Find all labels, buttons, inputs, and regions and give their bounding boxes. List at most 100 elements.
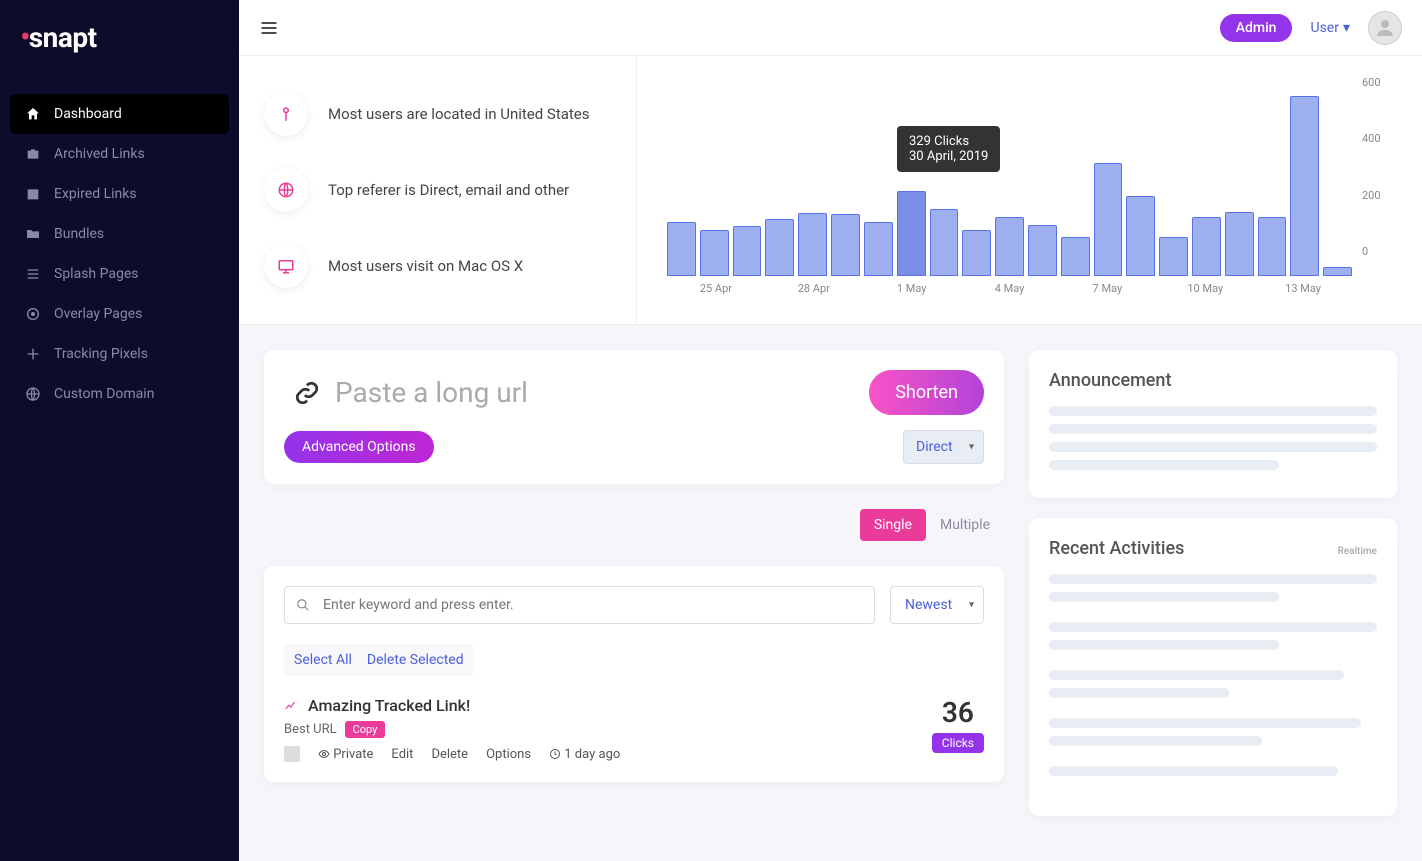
chart-bar[interactable] (1061, 237, 1090, 276)
globe-icon (24, 386, 42, 402)
sidebar-item-dashboard[interactable]: Dashboard (10, 94, 229, 134)
link-title[interactable]: Amazing Tracked Link! (308, 696, 470, 715)
chart-bar[interactable] (897, 191, 926, 276)
skeleton-line (1049, 424, 1377, 434)
logo[interactable]: • snapt (0, 0, 239, 74)
user-label: User (1310, 20, 1338, 36)
private-toggle[interactable]: Private (318, 747, 373, 762)
stat-referer: Top referer is Direct, email and other (264, 152, 611, 228)
link-checkbox[interactable] (284, 746, 300, 762)
crosshair-icon (24, 346, 42, 362)
stat-text: Most users visit on Mac OS X (328, 257, 523, 275)
calendar-icon (24, 186, 42, 202)
skeleton-line (1049, 688, 1229, 698)
skeleton-line (1049, 442, 1377, 452)
sort-select[interactable]: Newest (890, 586, 984, 624)
edit-link[interactable]: Edit (391, 747, 413, 762)
mode-tabs: Single Multiple (264, 509, 1004, 541)
nav-label: Bundles (54, 226, 104, 242)
tab-single[interactable]: Single (860, 509, 926, 541)
redirect-select[interactable]: Direct (903, 430, 984, 464)
nav-label: Expired Links (54, 186, 137, 202)
link-icon (294, 380, 320, 406)
skeleton-line (1049, 622, 1377, 632)
folder-icon (24, 226, 42, 242)
sidebar-item-expired[interactable]: Expired Links (10, 174, 229, 214)
skeleton-line (1049, 406, 1377, 416)
sidebar-nav: Dashboard Archived Links Expired Links B… (0, 74, 239, 434)
link-url-label: Best URL (284, 722, 337, 737)
sidebar-item-overlay[interactable]: Overlay Pages (10, 294, 229, 334)
chart-bar[interactable] (864, 222, 893, 276)
skeleton-line (1049, 574, 1377, 584)
chart-bar[interactable] (995, 217, 1024, 276)
sidebar-item-bundles[interactable]: Bundles (10, 214, 229, 254)
clicks-badge: Clicks (932, 733, 984, 753)
delete-selected-link[interactable]: Delete Selected (367, 652, 464, 668)
chart-bar[interactable] (1094, 163, 1123, 276)
chart-bar[interactable] (1028, 225, 1057, 276)
admin-badge[interactable]: Admin (1220, 14, 1293, 42)
url-input[interactable] (335, 376, 854, 409)
chart-bar[interactable] (1159, 237, 1188, 276)
shorten-card: Shorten Advanced Options Direct (264, 350, 1004, 484)
nav-label: Splash Pages (54, 266, 139, 282)
select-all-link[interactable]: Select All (294, 652, 352, 668)
nav-label: Dashboard (54, 106, 122, 122)
nav-label: Overlay Pages (54, 306, 142, 322)
time-label: 1 day ago (549, 747, 620, 762)
skeleton-line (1049, 670, 1344, 680)
chart-line-icon (284, 699, 298, 713)
search-icon (296, 598, 310, 612)
sliders-icon (24, 266, 42, 282)
chart-bar[interactable] (667, 222, 696, 276)
chart-bar[interactable] (962, 230, 991, 276)
chart-bar[interactable] (1258, 217, 1287, 276)
sidebar-item-domain[interactable]: Custom Domain (10, 374, 229, 414)
stat-location: Most users are located in United States (264, 76, 611, 152)
stats-panel: Most users are located in United States … (239, 56, 637, 324)
chart-bar[interactable] (765, 219, 794, 276)
chart-bar[interactable] (700, 230, 729, 276)
avatar[interactable] (1368, 11, 1402, 45)
nav-label: Archived Links (54, 146, 145, 162)
clicks-count: 36 (932, 696, 984, 729)
chevron-down-icon: ▾ (1343, 20, 1350, 36)
skeleton-line (1049, 640, 1279, 650)
nav-label: Tracking Pixels (54, 346, 148, 362)
tooltip-clicks: 329 Clicks (909, 134, 988, 149)
tab-multiple[interactable]: Multiple (926, 509, 1004, 541)
recent-title: Recent Activities (1049, 538, 1184, 559)
copy-button[interactable]: Copy (345, 721, 386, 738)
chart-bar[interactable] (1126, 196, 1155, 276)
sidebar-item-archived[interactable]: Archived Links (10, 134, 229, 174)
skeleton-line (1049, 460, 1279, 470)
chart-bar[interactable] (1192, 217, 1221, 276)
chart-bar[interactable] (930, 209, 959, 276)
user-menu[interactable]: User ▾ (1310, 20, 1350, 36)
sidebar-item-splash[interactable]: Splash Pages (10, 254, 229, 294)
nav-label: Custom Domain (54, 386, 154, 402)
chart-bar[interactable] (1290, 96, 1319, 276)
link-row: Amazing Tracked Link! Best URL Copy (284, 696, 984, 762)
options-link[interactable]: Options (486, 747, 531, 762)
skeleton-line (1049, 592, 1279, 602)
delete-link[interactable]: Delete (431, 747, 468, 762)
chart-bar[interactable] (798, 213, 827, 276)
links-card: Newest Select All Delete Selected (264, 566, 1004, 782)
bulk-actions: Select All Delete Selected (284, 644, 474, 676)
monitor-icon (264, 244, 308, 288)
sidebar-item-tracking[interactable]: Tracking Pixels (10, 334, 229, 374)
chart-bar[interactable] (1323, 267, 1352, 276)
target-icon (24, 306, 42, 322)
tooltip-date: 30 April, 2019 (909, 149, 988, 164)
hamburger-icon[interactable] (259, 18, 279, 38)
chart-bar[interactable] (733, 226, 762, 276)
advanced-options-button[interactable]: Advanced Options (284, 431, 434, 463)
search-input[interactable] (284, 586, 875, 624)
home-icon (24, 106, 42, 122)
chart-bar[interactable] (831, 214, 860, 276)
skeleton-line (1049, 718, 1361, 728)
chart-bar[interactable] (1225, 212, 1254, 276)
shorten-button[interactable]: Shorten (869, 370, 984, 415)
